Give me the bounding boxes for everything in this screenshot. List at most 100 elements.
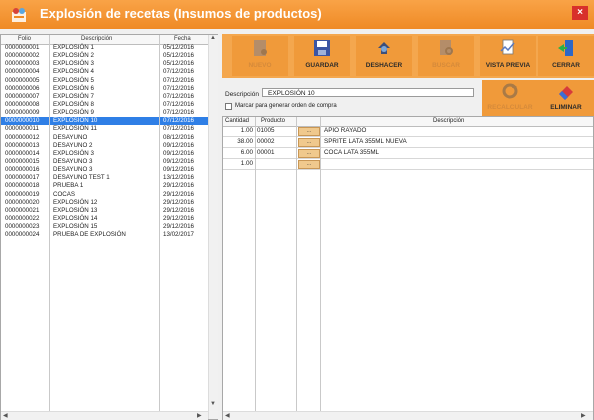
header-descripcion-detalle[interactable]: Descripción xyxy=(433,118,464,124)
product-lookup-button[interactable]: ... xyxy=(298,160,320,169)
detail-grid-rows: 1.00 01005... APIO RAYADO 38.00 00002... SPRI… xyxy=(223,126,593,170)
recipe-date: 29/12/2016 xyxy=(163,206,194,214)
floppy-disk-icon xyxy=(314,40,330,56)
recipe-folio: 0000000014 xyxy=(5,149,40,157)
recipe-folio: 0000000023 xyxy=(5,223,40,231)
detail-row[interactable]: 6.00 00001... COCA LATA 355ML xyxy=(223,148,593,159)
detail-quantity[interactable]: 38.00 xyxy=(225,137,253,147)
recipe-app-icon xyxy=(12,8,26,22)
recipes-vertical-scrollbar[interactable]: ▲ ▼ xyxy=(208,35,218,419)
recipe-row[interactable]: 0000000002 EXPLOSIÓN 2 05/12/2016 xyxy=(1,52,208,60)
delete-button[interactable]: ELIMINAR xyxy=(538,80,594,116)
print-preview-button[interactable]: VISTA PREVIA xyxy=(480,36,536,76)
detail-product-description: COCA LATA 355ML xyxy=(324,149,380,156)
recipe-description: EXPLOSIÓN 3 xyxy=(53,149,94,157)
recipe-date: 07/12/2016 xyxy=(163,84,194,92)
recipes-horizontal-scrollbar[interactable]: ◀ ▶ xyxy=(1,411,208,420)
detail-quantity[interactable]: 1.00 xyxy=(225,126,253,136)
recalculate-button[interactable]: RECALCULAR xyxy=(482,80,538,116)
header-producto[interactable]: Producto xyxy=(261,118,285,124)
new-document-icon xyxy=(254,40,267,56)
recipe-row[interactable]: 0000000003 EXPLOSIÓN 3 05/12/2016 xyxy=(1,60,208,68)
recipe-date: 05/12/2016 xyxy=(163,52,194,60)
recipe-description: DESAYUNO 3 xyxy=(53,157,93,165)
recipe-row[interactable]: 0000000013 DESAYUNO 2 09/12/2016 xyxy=(1,142,208,150)
recipe-row[interactable]: 0000000024 PRUEBA DE EXPLOSIÓN 13/02/2017 xyxy=(1,231,208,239)
title-bar: Explosión de recetas (Insumos de product… xyxy=(0,0,594,29)
recipe-folio: 0000000024 xyxy=(5,231,40,239)
recipe-row[interactable]: 0000000018 PRUEBA 1 29/12/2016 xyxy=(1,182,208,190)
recipe-description: EXPLOSIÓN 7 xyxy=(53,92,94,100)
recipe-row[interactable]: 0000000015 DESAYUNO 3 09/12/2016 xyxy=(1,158,208,166)
recipe-row[interactable]: 0000000011 EXPLOSIÓN 11 07/12/2016 xyxy=(1,125,208,133)
recipe-row[interactable]: 0000000009 EXPLOSIÓN 9 07/12/2016 xyxy=(1,109,208,117)
detail-row[interactable]: 1.00... xyxy=(223,159,593,170)
recipe-folio: 0000000021 xyxy=(5,206,40,214)
recipe-folio: 0000000016 xyxy=(5,166,40,174)
recipe-row[interactable]: 0000000004 EXPLOSIÓN 4 07/12/2016 xyxy=(1,68,208,76)
recipe-row[interactable]: 0000000006 EXPLOSIÓN 6 07/12/2016 xyxy=(1,85,208,93)
recipe-date: 13/12/2016 xyxy=(163,174,194,182)
recipe-date: 29/12/2016 xyxy=(163,198,194,206)
scroll-down-icon[interactable]: ▼ xyxy=(210,401,216,407)
recipe-folio: 0000000011 xyxy=(5,125,39,133)
close-button[interactable]: CERRAR xyxy=(538,36,594,76)
search-document-icon xyxy=(440,40,453,55)
detail-quantity[interactable]: 6.00 xyxy=(225,148,253,158)
search-button[interactable]: BUSCAR xyxy=(418,36,474,76)
recipe-folio: 0000000012 xyxy=(5,133,40,141)
detail-horizontal-scrollbar[interactable]: ◀ ▶ xyxy=(223,411,593,420)
product-lookup-button[interactable]: ... xyxy=(298,138,320,147)
recipe-description: EXPLOSIÓN 5 xyxy=(53,76,94,84)
recipe-row[interactable]: 0000000019 COCAS 29/12/2016 xyxy=(1,191,208,199)
recipe-folio: 0000000015 xyxy=(5,157,40,165)
recipe-row[interactable]: 0000000010 EXPLOSIÓN 10 07/12/2016 xyxy=(1,117,208,126)
header-cantidad[interactable]: Cantidad xyxy=(225,118,249,124)
recipe-row[interactable]: 0000000023 EXPLOSIÓN 15 29/12/2016 xyxy=(1,223,208,231)
recipe-row[interactable]: 0000000020 EXPLOSIÓN 12 29/12/2016 xyxy=(1,199,208,207)
recipe-folio: 0000000020 xyxy=(5,198,40,206)
recipe-folio: 0000000006 xyxy=(5,84,40,92)
recipes-list-rows: 0000000001 EXPLOSIÓN 1 05/12/2016 000000000… xyxy=(1,44,208,239)
save-button[interactable]: GUARDAR xyxy=(294,36,350,76)
detail-product-code[interactable]: 00002 xyxy=(257,137,275,147)
recipe-row[interactable]: 0000000017 DESAYUNO TEST 1 13/12/2016 xyxy=(1,174,208,182)
scroll-right-icon[interactable]: ▶ xyxy=(581,412,586,419)
detail-product-code[interactable]: 01005 xyxy=(257,126,275,136)
undo-button[interactable]: DESHACER xyxy=(356,36,412,76)
purchase-order-checkbox[interactable] xyxy=(225,103,232,110)
detail-row[interactable]: 38.00 00002... SPRITE LATA 355ML NUEVA xyxy=(223,137,593,148)
undo-icon xyxy=(378,42,390,54)
close-window-button[interactable]: × xyxy=(572,6,588,20)
scroll-up-icon[interactable]: ▲ xyxy=(210,35,216,41)
recipe-row[interactable]: 0000000016 DESAYUNO 3 09/12/2016 xyxy=(1,166,208,174)
eraser-icon xyxy=(559,86,573,100)
scroll-left-icon[interactable]: ◀ xyxy=(3,412,8,419)
scroll-right-icon[interactable]: ▶ xyxy=(197,412,202,419)
recipe-description: DESAYUNO xyxy=(53,133,88,141)
detail-row[interactable]: 1.00 01005... APIO RAYADO xyxy=(223,126,593,137)
detail-product-code[interactable]: 00001 xyxy=(257,148,275,158)
recipe-date: 29/12/2016 xyxy=(163,214,194,222)
new-button[interactable]: NUEVO xyxy=(232,36,288,76)
product-lookup-button[interactable]: ... xyxy=(298,149,320,158)
scroll-left-icon[interactable]: ◀ xyxy=(225,412,230,419)
recipe-row[interactable]: 0000000007 EXPLOSIÓN 7 07/12/2016 xyxy=(1,93,208,101)
detail-grid: Cantidad Producto Descripción 1.00 01005.… xyxy=(222,116,594,420)
header-fecha[interactable]: Fecha xyxy=(174,36,191,42)
header-folio[interactable]: Folio xyxy=(18,36,31,42)
recipe-row[interactable]: 0000000005 EXPLOSIÓN 5 07/12/2016 xyxy=(1,77,208,85)
recipe-row[interactable]: 0000000022 EXPLOSIÓN 14 29/12/2016 xyxy=(1,215,208,223)
recipe-date: 09/12/2016 xyxy=(163,157,194,165)
recipe-row[interactable]: 0000000014 EXPLOSIÓN 3 09/12/2016 xyxy=(1,150,208,158)
description-input[interactable]: EXPLOSIÓN 10 xyxy=(262,88,474,97)
recipe-row[interactable]: 0000000001 EXPLOSIÓN 1 05/12/2016 xyxy=(1,44,208,52)
recipe-folio: 0000000008 xyxy=(5,100,40,108)
product-lookup-button[interactable]: ... xyxy=(298,127,320,136)
recipe-row[interactable]: 0000000008 EXPLOSIÓN 8 07/12/2016 xyxy=(1,101,208,109)
recipe-row[interactable]: 0000000012 DESAYUNO 08/12/2016 xyxy=(1,134,208,142)
main-toolbar: NUEVO GUARDAR DESHACER BUSCAR VISTA PREV… xyxy=(222,34,594,78)
header-descripcion[interactable]: Descripción xyxy=(81,36,112,42)
recipe-row[interactable]: 0000000021 EXPLOSIÓN 13 29/12/2016 xyxy=(1,207,208,215)
detail-quantity[interactable]: 1.00 xyxy=(225,159,253,169)
